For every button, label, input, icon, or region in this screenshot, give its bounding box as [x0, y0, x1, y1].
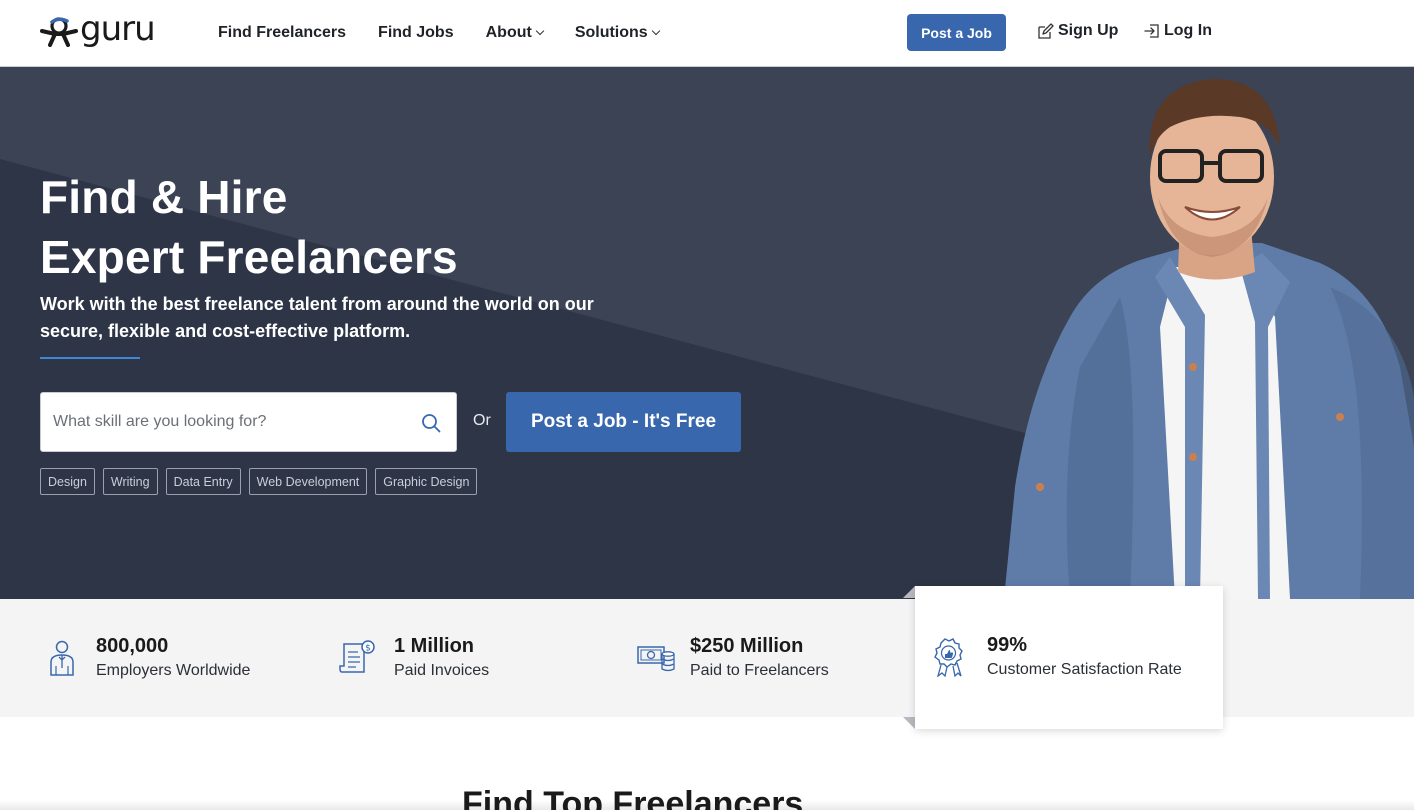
nav-find-freelancers[interactable]: Find Freelancers — [218, 24, 346, 42]
stat-invoices-label: Paid Invoices — [394, 662, 490, 679]
tag-writing[interactable]: Writing — [102, 468, 158, 495]
stat-invoices: $ 1 Million Paid Invoices — [338, 599, 489, 717]
skill-search-box — [40, 392, 457, 452]
nav-about[interactable]: About — [485, 24, 545, 42]
sign-up-label: Sign Up — [1058, 22, 1119, 39]
chevron-down-icon — [651, 26, 660, 35]
hero-person-image — [1004, 78, 1414, 599]
nav-solutions[interactable]: Solutions — [574, 24, 660, 42]
stat-satisfaction-label: Customer Satisfaction Rate — [987, 661, 1182, 678]
award-icon — [934, 638, 963, 677]
stat-satisfaction-value: 99% — [987, 634, 1028, 656]
hero-divider — [40, 357, 140, 359]
tag-graphic-design[interactable]: Graphic Design — [375, 468, 478, 495]
site-header: guru Find Freelancers Find Jobs About So… — [0, 0, 1414, 67]
tag-web-development[interactable]: Web Development — [248, 468, 368, 495]
post-job-free-button[interactable]: Post a Job - It's Free — [506, 392, 741, 452]
skill-search-input[interactable] — [53, 393, 413, 451]
invoice-icon: $ — [339, 640, 375, 673]
nav-about-label: About — [485, 24, 532, 41]
card-fold-decoration — [903, 586, 915, 598]
tag-design[interactable]: Design — [40, 468, 95, 495]
hero-section: Find & Hire Expert Freelancers Work with… — [0, 67, 1414, 599]
or-separator: Or — [473, 412, 491, 429]
sign-up-link[interactable]: Sign Up — [1037, 22, 1118, 40]
card-fold-decoration — [903, 717, 915, 729]
logo-wordmark: guru — [80, 9, 156, 49]
login-icon — [1144, 24, 1159, 38]
stat-satisfaction-card: 99% Customer Satisfaction Rate — [915, 586, 1223, 729]
stat-paid: $250 Million Paid to Freelancers — [636, 599, 829, 717]
nav-find-freelancers-label: Find Freelancers — [218, 24, 347, 41]
edit-icon — [1038, 22, 1054, 39]
stat-employers-label: Employers Worldwide — [96, 662, 251, 679]
hero-subtitle: Work with the best freelance talent from… — [40, 294, 594, 341]
tag-data-entry[interactable]: Data Entry — [165, 468, 241, 495]
guru-logo-mark-icon — [40, 17, 78, 47]
main-nav: Find Freelancers Find Jobs About Solutio… — [218, 0, 691, 66]
svg-text:$: $ — [365, 644, 371, 654]
log-in-label: Log In — [1164, 22, 1212, 39]
popular-skill-tags: Design Writing Data Entry Web Developmen… — [40, 468, 478, 495]
nav-find-jobs-label: Find Jobs — [378, 24, 454, 41]
employer-icon — [50, 640, 74, 676]
hero-title: Find & Hire Expert Freelancers — [40, 167, 458, 287]
stat-satisfaction: 99% Customer Satisfaction Rate — [929, 598, 1182, 716]
section-title: Find Top Freelancers — [462, 785, 804, 810]
hero-title-line-2: Expert Freelancers — [40, 231, 458, 283]
money-icon — [637, 646, 675, 672]
stat-paid-label: Paid to Freelancers — [690, 662, 829, 679]
hero-title-line-1: Find & Hire — [40, 171, 288, 223]
nav-find-jobs[interactable]: Find Jobs — [378, 24, 454, 42]
guru-logo[interactable]: guru — [40, 12, 172, 48]
stat-employers: 800,000 Employers Worldwide — [48, 599, 250, 717]
log-in-link[interactable]: Log In — [1144, 22, 1212, 40]
nav-solutions-label: Solutions — [574, 24, 648, 41]
search-icon[interactable] — [421, 413, 441, 433]
stat-employers-value: 800,000 — [96, 635, 169, 657]
stat-paid-value: $250 Million — [690, 635, 804, 657]
stat-invoices-value: 1 Million — [394, 635, 474, 657]
post-job-button[interactable]: Post a Job — [907, 14, 1006, 51]
chevron-down-icon — [535, 26, 545, 35]
